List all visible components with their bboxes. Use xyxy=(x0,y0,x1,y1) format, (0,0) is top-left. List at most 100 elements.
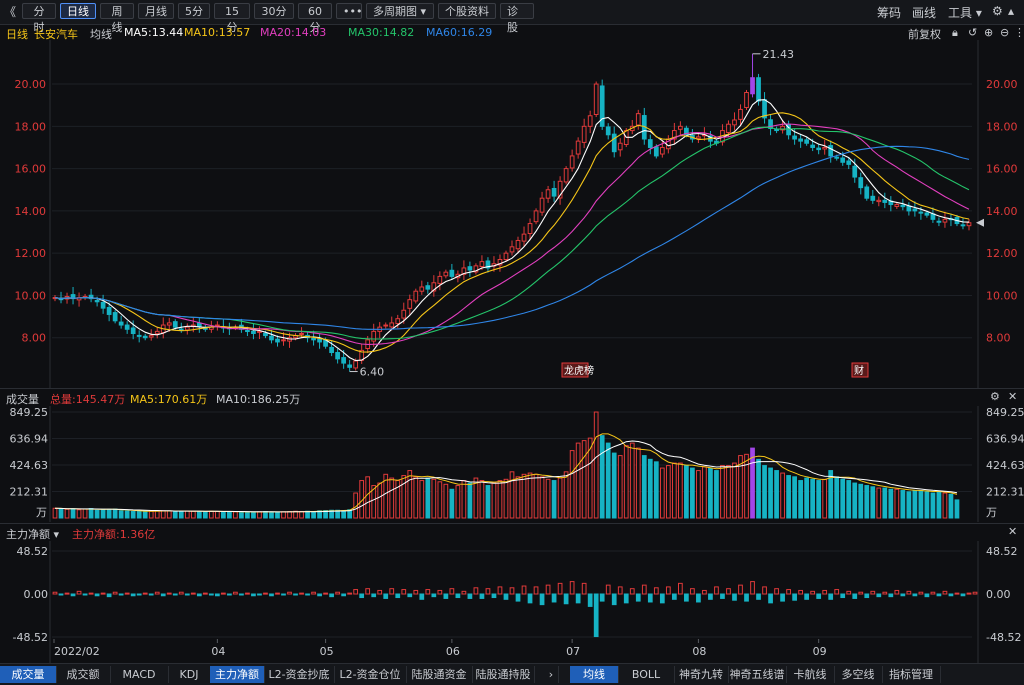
indicator-tabs: 成交量 成交额 MACD KDJ 主力净额 L2-资金抄底 L2-资金仓位 陆股通资金 陆股通持… xyxy=(0,663,1024,685)
volume-bar xyxy=(263,511,268,519)
period-tab-5[interactable]: 15分 xyxy=(214,3,250,34)
close-icon[interactable]: ✕ xyxy=(1008,525,1017,538)
indicator-tab-2[interactable]: MACD xyxy=(110,666,169,683)
candle xyxy=(659,146,665,155)
flow-bar xyxy=(858,591,864,595)
candle xyxy=(900,204,906,208)
flow-bar xyxy=(774,588,779,595)
vol-tick-left: 212.31 xyxy=(10,486,49,499)
overlay-tab-4[interactable]: 卡航线 xyxy=(786,666,835,683)
candle xyxy=(275,338,280,343)
lock-icon[interactable]: 🔒︎ xyxy=(952,26,958,40)
indicator-tab-7[interactable]: 陆股通资金 xyxy=(406,666,473,683)
flow-bar xyxy=(353,589,359,595)
candlestick-chart[interactable]: 8.00 8.00 10.00 10.00 12.00 12.00 14.00 14.00 16… xyxy=(0,40,1024,388)
indicator-tab-3[interactable]: KDJ xyxy=(168,666,211,683)
candle xyxy=(263,332,268,337)
flow-bar xyxy=(401,589,407,595)
flow-bar xyxy=(894,589,900,595)
overlay-tab-2[interactable]: 神奇九转 xyxy=(674,666,729,683)
settings-icon[interactable]: ⚙ xyxy=(992,4,1003,18)
flow-bar xyxy=(299,592,304,595)
collapse-icon[interactable]: 《 xyxy=(4,3,16,20)
net-flow-chart[interactable]: 48.52 48.52 0.00 0.00 -48.52 -48.52 2022/02 04 0… xyxy=(0,541,1024,663)
more-options-icon[interactable]: ⋮ xyxy=(1014,26,1024,39)
volume-bar xyxy=(870,486,876,519)
scroll-right-icon[interactable]: › xyxy=(544,666,559,683)
period-tab-1[interactable]: 日线 xyxy=(60,3,96,19)
period-tab-4[interactable]: 5分 xyxy=(178,3,210,19)
flow-bar xyxy=(515,593,521,602)
candle xyxy=(918,211,924,214)
candle xyxy=(605,126,611,136)
flow-bar xyxy=(82,593,88,596)
flow-bar xyxy=(166,592,172,595)
flow-title[interactable]: 主力净额 ▾ xyxy=(6,526,59,542)
period-tab-7[interactable]: 60分 xyxy=(298,3,332,34)
candle xyxy=(816,147,822,151)
period-tab-2[interactable]: 周线 xyxy=(100,3,134,34)
draw-line-button[interactable]: 画线 xyxy=(912,4,936,21)
multi-period-label: 多周期图 xyxy=(373,5,417,18)
close-icon[interactable]: ✕ xyxy=(1008,390,1017,403)
settings-icon[interactable]: ⚙ xyxy=(990,390,1000,403)
candle xyxy=(894,204,900,207)
vol-tick-right: 636.94 xyxy=(986,432,1024,445)
indicator-tab-0[interactable]: 成交量 xyxy=(0,666,57,683)
volume-chart[interactable]: 849.25 849.25 636.94 636.94 424.63 424.63 212.… xyxy=(0,406,1024,522)
volume-bar xyxy=(599,435,605,519)
candle xyxy=(425,285,431,290)
volume-bar xyxy=(702,466,707,519)
volume-bar xyxy=(130,511,136,519)
x-tick-label: 08 xyxy=(692,645,706,658)
volume-bar xyxy=(882,487,888,519)
zoom-in-icon[interactable]: ⊕ xyxy=(984,26,993,39)
flow-tick-right: 0.00 xyxy=(986,588,1011,601)
candle xyxy=(311,337,316,341)
volume-bar xyxy=(64,508,70,519)
more-button[interactable]: ••• xyxy=(336,3,362,19)
indicator-tab-4[interactable]: 主力净额 xyxy=(210,666,265,683)
zoom-out-icon[interactable]: ⊖ xyxy=(1000,26,1009,39)
flow-bar xyxy=(960,593,966,597)
candle xyxy=(335,352,340,360)
ma60-line xyxy=(54,145,970,330)
overlay-tab-0[interactable]: 均线 xyxy=(570,666,619,683)
volume-bar xyxy=(491,482,497,519)
indicator-tab-8[interactable]: 陆股通持股 xyxy=(472,666,535,683)
overlay-tab-5[interactable]: 多空线 xyxy=(834,666,883,683)
x-tick-label: 04 xyxy=(211,645,225,658)
chip-button[interactable]: 筹码 xyxy=(877,4,901,21)
candle xyxy=(395,318,401,325)
flow-tick-right: 48.52 xyxy=(986,545,1018,558)
flow-bar xyxy=(972,591,978,595)
period-tab-3[interactable]: 月线 xyxy=(138,3,174,19)
tools-button[interactable]: 工具 ▾ xyxy=(948,4,982,21)
multi-period-button[interactable]: 多周期图 ▾ xyxy=(366,3,434,19)
period-tab-0[interactable]: 分时 xyxy=(22,3,56,34)
flow-bar xyxy=(900,593,906,597)
flow-bar xyxy=(756,593,761,600)
collapse-up-icon[interactable]: ▴ xyxy=(1008,4,1014,18)
reset-icon[interactable]: ↺ xyxy=(968,26,977,39)
indicator-tab-6[interactable]: L2-资金仓位 xyxy=(334,666,407,683)
flow-bar xyxy=(912,593,918,597)
overlay-tab-3[interactable]: 神奇五线谱 xyxy=(728,666,787,683)
volume-bar xyxy=(822,478,828,519)
overlay-tab-6[interactable]: 指标管理 xyxy=(882,666,941,683)
indicator-tab-5[interactable]: L2-资金抄底 xyxy=(264,666,335,683)
flow-bar xyxy=(599,593,605,602)
volume-bar xyxy=(846,480,852,519)
stock-info-button[interactable]: 个股资料 xyxy=(438,3,496,19)
flow-tick-left: -48.52 xyxy=(13,631,48,644)
y-tick-label-left: 14.00 xyxy=(15,205,47,218)
volume-title[interactable]: 成交量 xyxy=(6,391,39,407)
period-tab-6[interactable]: 30分 xyxy=(254,3,294,19)
flow-bar xyxy=(233,591,238,595)
diagnosis-button[interactable]: 诊股 xyxy=(500,3,534,34)
candle xyxy=(172,321,178,328)
overlay-tab-1[interactable]: BOLL xyxy=(618,666,675,683)
indicator-tab-1[interactable]: 成交额 xyxy=(56,666,111,683)
volume-bar xyxy=(70,508,76,519)
volume-bar xyxy=(924,491,930,519)
